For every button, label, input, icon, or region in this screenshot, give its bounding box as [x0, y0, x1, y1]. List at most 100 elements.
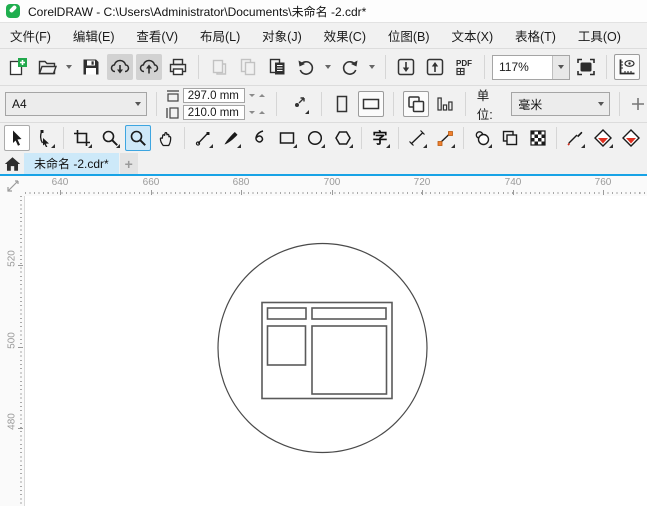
menu-edit[interactable]: 编辑(E)	[73, 26, 115, 45]
portrait-orientation-button[interactable]	[331, 91, 353, 117]
dimension-tool[interactable]	[404, 125, 430, 151]
menu-view[interactable]: 查看(V)	[136, 26, 178, 45]
redo-button[interactable]	[337, 54, 363, 80]
page-height-field[interactable]: 210.0 mm	[182, 105, 245, 120]
zoom-tool[interactable]	[125, 125, 151, 151]
import-button[interactable]	[393, 54, 419, 80]
zoom-level-value[interactable]: 117%	[493, 56, 552, 79]
copy-button[interactable]	[235, 54, 261, 80]
vruler-major-tick	[18, 347, 23, 348]
polygon-tool[interactable]	[330, 125, 356, 151]
ellipse-tool[interactable]	[302, 125, 328, 151]
toolbox-separator	[361, 127, 362, 149]
drawn-window-content-box[interactable]	[311, 325, 388, 395]
open-folder-icon	[38, 60, 57, 75]
export-button[interactable]	[422, 54, 448, 80]
smart-fill-tool[interactable]	[618, 125, 644, 151]
nudge-offset-button[interactable]	[286, 91, 312, 117]
page-width-spinner[interactable]	[248, 88, 267, 103]
units-dropdown-arrow[interactable]	[593, 93, 609, 115]
drawn-window-frame[interactable]	[261, 301, 393, 400]
transparency-tool[interactable]	[497, 125, 523, 151]
connector-tool[interactable]	[432, 125, 458, 151]
zoom-tool-flyout[interactable]	[97, 125, 123, 151]
propbar-separator	[155, 92, 157, 116]
drawing-canvas[interactable]	[25, 196, 647, 506]
drawn-window-titlebar-box[interactable]	[311, 307, 387, 320]
page-height-icon	[166, 106, 179, 119]
page-height-spinner[interactable]	[248, 105, 267, 120]
home-icon	[4, 156, 20, 171]
drawn-window-tab-box[interactable]	[266, 307, 307, 320]
current-page-button[interactable]	[434, 91, 456, 117]
new-document-tab-button[interactable]: +	[119, 153, 138, 174]
coreldraw-logo-icon	[6, 4, 20, 18]
page-size-combobox[interactable]: A4	[5, 92, 147, 116]
title-bar: CorelDRAW - C:\Users\Administrator\Docum…	[0, 0, 647, 22]
page-size-dropdown-arrow[interactable]	[130, 93, 146, 115]
page-width-field[interactable]: 297.0 mm	[182, 88, 245, 103]
rectangle-tool[interactable]	[274, 125, 300, 151]
interactive-fill-tool[interactable]	[590, 125, 616, 151]
menu-tools[interactable]: 工具(O)	[578, 26, 621, 45]
toolbox-separator	[184, 127, 185, 149]
shadow-tool[interactable]	[469, 125, 495, 151]
drawn-window-sidebar-box[interactable]	[266, 325, 307, 366]
save-button[interactable]	[78, 54, 104, 80]
hruler-tick-720: 720	[413, 177, 431, 188]
artistic-media-tool[interactable]	[218, 125, 244, 151]
show-rulers-button[interactable]	[614, 54, 640, 80]
propbar-separator	[275, 92, 277, 116]
fullscreen-preview-button[interactable]	[573, 54, 599, 80]
drawn-window-icon[interactable]	[261, 301, 393, 400]
print-button[interactable]	[165, 54, 191, 80]
drawn-circle[interactable]	[217, 242, 428, 454]
pan-tool[interactable]	[153, 125, 179, 151]
cut-button[interactable]	[206, 54, 232, 80]
new-document-button[interactable]	[5, 54, 31, 80]
paste-button[interactable]	[264, 54, 290, 80]
vertical-ruler[interactable]: 520 500 480	[0, 196, 25, 506]
cloud-download-button[interactable]	[107, 54, 133, 80]
portrait-icon	[336, 95, 347, 113]
treat-as-filled-button[interactable]	[629, 91, 647, 117]
landscape-orientation-button[interactable]	[357, 91, 384, 117]
hruler-tick-760: 760	[594, 177, 612, 188]
menu-object[interactable]: 对象(J)	[262, 26, 302, 45]
menu-layout[interactable]: 布局(L)	[200, 26, 240, 45]
units-combobox[interactable]: 毫米	[511, 92, 610, 116]
menu-table[interactable]: 表格(T)	[515, 26, 556, 45]
ruler-origin-icon	[6, 180, 19, 192]
ruler-origin[interactable]	[0, 176, 25, 197]
menu-text[interactable]: 文本(X)	[451, 26, 493, 45]
freehand-tool[interactable]	[190, 125, 216, 151]
import-icon	[397, 58, 415, 76]
text-tool[interactable]: 字	[367, 125, 393, 151]
eyedropper-tool[interactable]	[562, 125, 588, 151]
all-pages-button[interactable]	[402, 91, 429, 117]
bspline-tool[interactable]	[246, 125, 272, 151]
welcome-screen-button[interactable]	[0, 153, 24, 174]
undo-dropdown-arrow[interactable]	[322, 54, 334, 80]
undo-button[interactable]	[293, 54, 319, 80]
menu-effects[interactable]: 效果(C)	[324, 26, 366, 45]
document-tab-active[interactable]: 未命名 -2.cdr*	[24, 153, 119, 174]
menu-bitmaps[interactable]: 位图(B)	[388, 26, 430, 45]
publish-pdf-button[interactable]: PDF	[451, 54, 477, 80]
crop-tool[interactable]	[69, 125, 95, 151]
cut-icon-disabled	[212, 59, 227, 75]
zoom-level-combobox[interactable]: 117%	[492, 54, 570, 80]
horizontal-ruler[interactable]: 640 660 680 700 720 740 760	[25, 176, 647, 197]
cloud-upload-button[interactable]	[136, 54, 162, 80]
open-dropdown-arrow[interactable]	[63, 54, 75, 80]
open-button[interactable]	[34, 54, 60, 80]
menu-file[interactable]: 文件(F)	[10, 26, 51, 45]
shape-tool[interactable]	[32, 125, 58, 151]
mesh-fill-tool[interactable]	[525, 125, 551, 151]
pick-tool[interactable]	[4, 125, 30, 151]
redo-dropdown-arrow[interactable]	[366, 54, 378, 80]
zoom-level-dropdown-arrow[interactable]	[552, 55, 569, 79]
vruler-major-tick	[18, 265, 23, 266]
pdf-icon: PDF	[456, 59, 472, 76]
cloud-upload-icon	[139, 59, 159, 74]
